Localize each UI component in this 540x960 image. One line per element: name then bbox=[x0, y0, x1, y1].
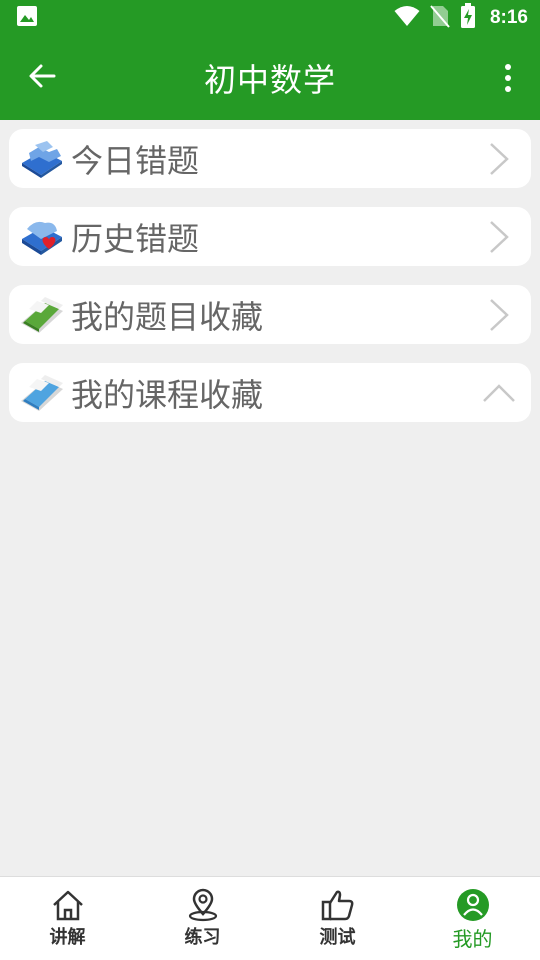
more-vert-dot bbox=[505, 86, 511, 92]
tab-label: 测试 bbox=[319, 927, 356, 948]
chevron-right-icon bbox=[479, 139, 519, 179]
list-item-course-favorites[interactable]: 我的课程收藏 bbox=[9, 363, 531, 422]
list-item-today-wrong[interactable]: 今日错题 bbox=[9, 129, 531, 188]
back-button[interactable] bbox=[22, 60, 62, 96]
green-book-icon bbox=[17, 293, 67, 337]
status-time: 8:16 bbox=[489, 7, 528, 28]
chevron-up-icon bbox=[479, 373, 519, 413]
tab-practice[interactable]: 练习 bbox=[135, 877, 270, 960]
tab-explain[interactable]: 讲解 bbox=[0, 877, 135, 960]
puzzle-folder-icon bbox=[17, 137, 67, 181]
image-icon bbox=[16, 5, 38, 31]
list-item-label: 我的题目收藏 bbox=[71, 297, 264, 336]
more-vert-icon bbox=[505, 64, 511, 70]
more-vert-dot bbox=[505, 75, 511, 81]
app-bar: 初中数学 bbox=[0, 36, 540, 120]
tab-test[interactable]: 测试 bbox=[270, 877, 405, 960]
wifi-icon bbox=[394, 5, 420, 31]
page-title: 初中数学 bbox=[203, 61, 336, 99]
tab-label: 讲解 bbox=[49, 927, 86, 948]
thumbs-up-icon bbox=[318, 887, 358, 923]
list-item-question-favorites[interactable]: 我的题目收藏 bbox=[9, 285, 531, 344]
status-bar: 8:16 bbox=[0, 0, 540, 36]
home-icon bbox=[48, 887, 88, 923]
more-options-button[interactable] bbox=[490, 60, 526, 96]
list-item-label: 今日错题 bbox=[71, 141, 200, 180]
list-item-label: 历史错题 bbox=[71, 219, 200, 258]
battery-charging-icon bbox=[460, 3, 476, 33]
arrow-left-icon bbox=[28, 62, 56, 94]
bottom-tab-bar: 讲解 练习 测试 我的 bbox=[0, 876, 540, 960]
tab-mine[interactable]: 我的 bbox=[405, 877, 540, 960]
chevron-right-icon bbox=[479, 217, 519, 257]
tab-label: 练习 bbox=[184, 927, 221, 948]
heart-folder-icon bbox=[17, 215, 67, 259]
blue-book-icon bbox=[17, 371, 67, 415]
person-circle-icon bbox=[453, 887, 493, 923]
menu-list: 今日错题 历史错题 我的题目收藏 我的课程收藏 bbox=[9, 129, 531, 441]
list-item-label: 我的课程收藏 bbox=[71, 375, 264, 414]
no-sim-icon bbox=[430, 4, 450, 32]
tab-label: 我的 bbox=[452, 927, 493, 951]
list-item-history-wrong[interactable]: 历史错题 bbox=[9, 207, 531, 266]
location-pin-icon bbox=[183, 887, 223, 923]
chevron-right-icon bbox=[479, 295, 519, 335]
